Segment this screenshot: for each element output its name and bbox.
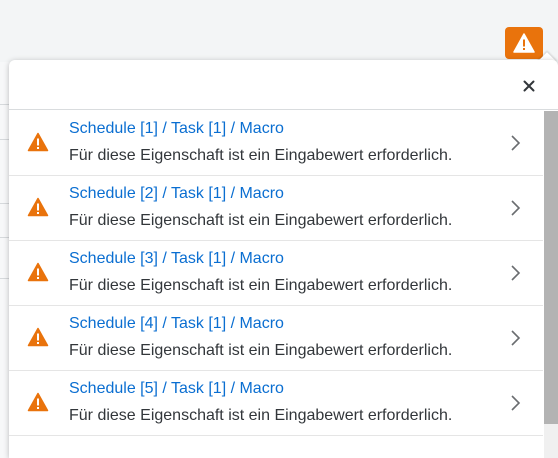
message-popover: Schedule [1] / Task [1] / Macro Für dies… — [9, 60, 558, 458]
message-list: Schedule [1] / Task [1] / Macro Für dies… — [9, 111, 543, 458]
warning-icon — [27, 392, 49, 412]
chevron-right-icon — [511, 200, 521, 216]
message-description: Für diese Eigenschaft ist ein Eingabewer… — [69, 407, 453, 424]
popover-header — [9, 60, 558, 110]
message-description: Für diese Eigenschaft ist ein Eingabewer… — [69, 212, 453, 229]
message-popover-button[interactable] — [505, 27, 543, 59]
warning-icon — [513, 33, 535, 53]
scrollbar[interactable] — [544, 111, 558, 458]
message-item[interactable]: Schedule [3] / Task [1] / Macro Für dies… — [9, 241, 543, 306]
scrollbar-thumb[interactable] — [544, 111, 558, 424]
chevron-right-icon — [511, 330, 521, 346]
warning-icon — [27, 262, 49, 282]
warning-icon — [27, 327, 49, 347]
message-title: Schedule [2] / Task [1] / Macro — [69, 185, 284, 202]
message-description: Für diese Eigenschaft ist ein Eingabewer… — [69, 277, 453, 294]
page-background — [0, 0, 558, 62]
message-title: Schedule [4] / Task [1] / Macro — [69, 315, 284, 332]
warning-icon — [27, 132, 49, 152]
message-item[interactable]: Schedule [4] / Task [1] / Macro Für dies… — [9, 306, 543, 371]
chevron-right-icon — [511, 395, 521, 411]
message-title: Schedule [3] / Task [1] / Macro — [69, 250, 284, 267]
message-item[interactable]: Schedule [2] / Task [1] / Macro Für dies… — [9, 176, 543, 241]
close-icon — [523, 80, 535, 92]
message-item[interactable]: Schedule [5] / Task [1] / Macro Für dies… — [9, 371, 543, 436]
chevron-right-icon — [511, 265, 521, 281]
message-title: Schedule [5] / Task [1] / Macro — [69, 380, 284, 397]
message-item[interactable]: Schedule [1] / Task [1] / Macro Für dies… — [9, 111, 543, 176]
close-button[interactable] — [517, 74, 541, 98]
chevron-right-icon — [511, 135, 521, 151]
warning-icon — [27, 197, 49, 217]
message-title: Schedule [1] / Task [1] / Macro — [69, 120, 284, 137]
message-description: Für diese Eigenschaft ist ein Eingabewer… — [69, 342, 453, 359]
message-description: Für diese Eigenschaft ist ein Eingabewer… — [69, 147, 453, 164]
